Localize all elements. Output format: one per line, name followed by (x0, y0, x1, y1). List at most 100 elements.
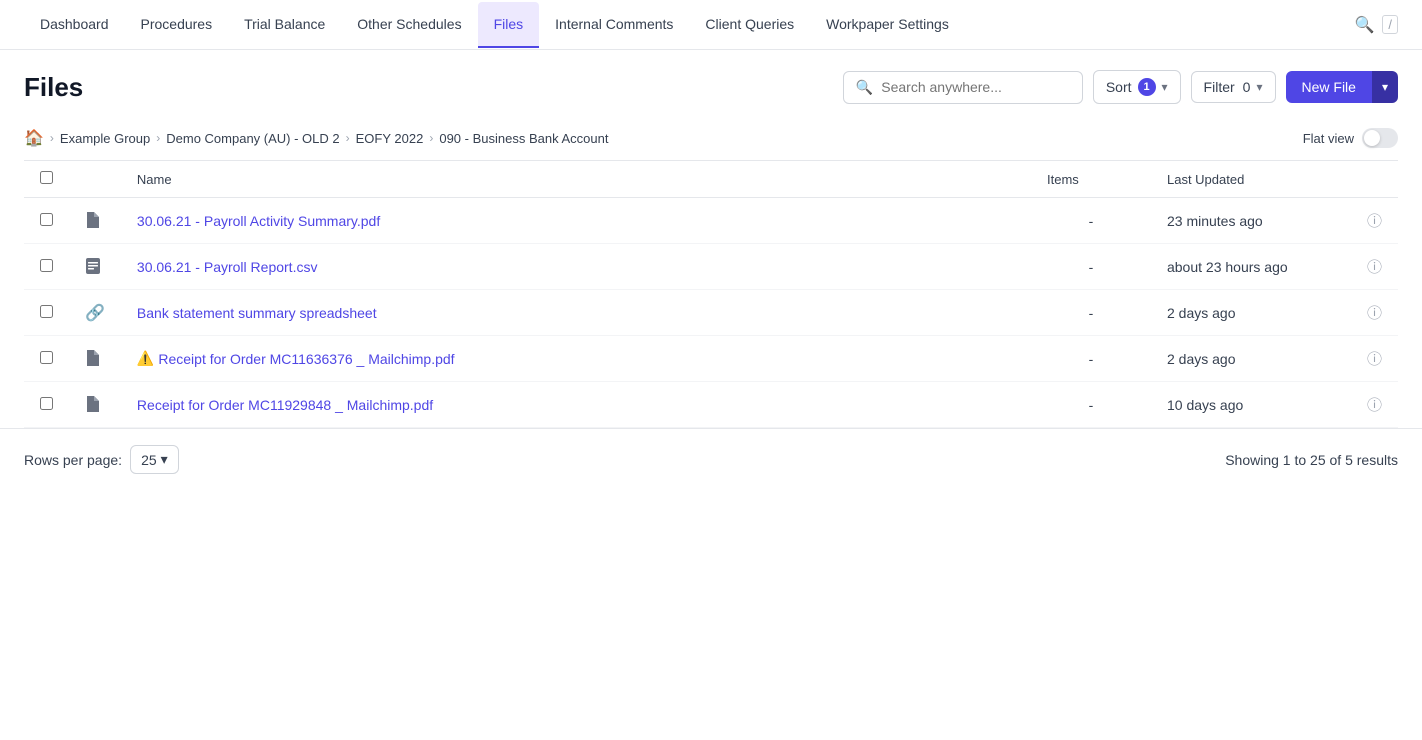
table-footer: Rows per page: 25 ▾ Showing 1 to 25 of 5… (0, 428, 1422, 490)
row-updated-cell-4: 10 days ago (1151, 382, 1351, 428)
table-row: 30.06.21 - Payroll Report.csv - about 23… (24, 244, 1398, 290)
files-table: Name Items Last Updated 30.06.21 - Payro… (24, 160, 1398, 428)
new-file-button[interactable]: New File (1286, 71, 1372, 103)
new-file-dropdown-icon: ▾ (1382, 80, 1388, 94)
row-action-cell-2: ⓘ (1351, 290, 1398, 336)
info-icon-2[interactable]: ⓘ (1367, 305, 1382, 322)
warning-icon-3: ⚠️ (137, 350, 154, 367)
nav-right: 🔍 / (1354, 15, 1398, 35)
filter-count: 0 (1243, 79, 1251, 95)
breadcrumb-sep-1: › (50, 131, 54, 145)
rows-per-page-select[interactable]: 25 ▾ (130, 445, 179, 474)
flat-view-toggle: Flat view (1303, 128, 1398, 148)
row-icon-cell-3 (69, 336, 121, 382)
row-updated-cell-1: about 23 hours ago (1151, 244, 1351, 290)
info-icon-3[interactable]: ⓘ (1367, 351, 1382, 368)
row-action-cell-1: ⓘ (1351, 244, 1398, 290)
file-type-icon-2: 🔗 (85, 305, 105, 322)
row-items-cell-4: - (1031, 382, 1151, 428)
info-icon-0[interactable]: ⓘ (1367, 213, 1382, 230)
breadcrumb-home-icon[interactable]: 🏠 (24, 128, 44, 148)
select-all-header (24, 161, 69, 198)
row-checkbox-cell-4 (24, 382, 69, 428)
nav-item-client-queries[interactable]: Client Queries (689, 2, 810, 48)
name-header: Name (121, 161, 1031, 198)
row-icon-cell-0 (69, 198, 121, 244)
row-updated-cell-3: 2 days ago (1151, 336, 1351, 382)
file-link-3[interactable]: Receipt for Order MC11636376 _ Mailchimp… (158, 351, 454, 367)
slash-shortcut: / (1382, 15, 1398, 34)
table-row: ⚠️ Receipt for Order MC11636376 _ Mailch… (24, 336, 1398, 382)
filter-chevron-icon: ▾ (1256, 80, 1262, 94)
filter-button[interactable]: Filter 0 ▾ (1191, 71, 1276, 103)
nav-item-other-schedules[interactable]: Other Schedules (341, 2, 477, 48)
row-checkbox-4[interactable] (40, 397, 53, 410)
row-checkbox-cell-1 (24, 244, 69, 290)
info-icon-1[interactable]: ⓘ (1367, 259, 1382, 276)
rows-per-page-label: Rows per page: (24, 452, 122, 468)
flat-view-label: Flat view (1303, 131, 1354, 146)
updated-header: Last Updated (1151, 161, 1351, 198)
row-icon-cell-2: 🔗 (69, 290, 121, 336)
rows-per-page-value: 25 (141, 452, 157, 468)
row-icon-cell-4 (69, 382, 121, 428)
breadcrumb-account[interactable]: 090 - Business Bank Account (439, 131, 608, 146)
row-checkbox-1[interactable] (40, 259, 53, 272)
row-items-cell-1: - (1031, 244, 1151, 290)
sort-button[interactable]: Sort 1 ▾ (1093, 70, 1181, 104)
nav-item-dashboard[interactable]: Dashboard (24, 2, 125, 48)
row-checkbox-cell-3 (24, 336, 69, 382)
row-checkbox-cell-2 (24, 290, 69, 336)
row-updated-cell-2: 2 days ago (1151, 290, 1351, 336)
row-items-cell-2: - (1031, 290, 1151, 336)
nav-item-procedures[interactable]: Procedures (125, 2, 229, 48)
breadcrumb-sep-3: › (346, 131, 350, 145)
file-type-icon-1 (85, 258, 101, 275)
row-name-cell-2: Bank statement summary spreadsheet (121, 290, 1031, 336)
file-type-icon-0 (85, 212, 99, 229)
items-header: Items (1031, 161, 1151, 198)
row-checkbox-cell-0 (24, 198, 69, 244)
row-items-cell-3: - (1031, 336, 1151, 382)
nav-item-files[interactable]: Files (478, 2, 540, 48)
nav-item-workpaper-settings[interactable]: Workpaper Settings (810, 2, 965, 48)
row-checkbox-0[interactable] (40, 213, 53, 226)
files-table-container: Name Items Last Updated 30.06.21 - Payro… (0, 160, 1422, 428)
page-title: Files (24, 72, 83, 103)
rows-per-page-control: Rows per page: 25 ▾ (24, 445, 179, 474)
breadcrumb-example-group[interactable]: Example Group (60, 131, 150, 146)
sort-label: Sort (1106, 79, 1132, 95)
row-name-cell-3: ⚠️ Receipt for Order MC11636376 _ Mailch… (121, 336, 1031, 382)
global-search-icon[interactable]: 🔍 (1354, 15, 1374, 35)
select-all-checkbox[interactable] (40, 171, 53, 184)
pagination-info: Showing 1 to 25 of 5 results (1225, 452, 1398, 468)
table-row: 🔗 Bank statement summary spreadsheet - 2… (24, 290, 1398, 336)
row-checkbox-3[interactable] (40, 351, 53, 364)
file-link-1[interactable]: 30.06.21 - Payroll Report.csv (137, 259, 318, 275)
row-checkbox-2[interactable] (40, 305, 53, 318)
flat-view-switch[interactable] (1362, 128, 1398, 148)
row-action-cell-4: ⓘ (1351, 382, 1398, 428)
row-icon-cell-1 (69, 244, 121, 290)
search-box[interactable]: 🔍 (843, 71, 1083, 104)
file-link-4[interactable]: Receipt for Order MC11929848 _ Mailchimp… (137, 397, 433, 413)
file-link-2[interactable]: Bank statement summary spreadsheet (137, 305, 377, 321)
new-file-dropdown-button[interactable]: ▾ (1372, 71, 1398, 103)
filter-label: Filter (1204, 79, 1235, 95)
file-link-0[interactable]: 30.06.21 - Payroll Activity Summary.pdf (137, 213, 380, 229)
info-icon-4[interactable]: ⓘ (1367, 397, 1382, 414)
breadcrumb: 🏠 › Example Group › Demo Company (AU) - … (0, 120, 1422, 160)
row-name-cell-4: Receipt for Order MC11929848 _ Mailchimp… (121, 382, 1031, 428)
nav-item-internal-comments[interactable]: Internal Comments (539, 2, 689, 48)
top-navigation: Dashboard Procedures Trial Balance Other… (0, 0, 1422, 50)
sort-chevron-icon: ▾ (1162, 80, 1168, 94)
nav-item-trial-balance[interactable]: Trial Balance (228, 2, 341, 48)
row-name-cell-1: 30.06.21 - Payroll Report.csv (121, 244, 1031, 290)
breadcrumb-eofy[interactable]: EOFY 2022 (356, 131, 424, 146)
breadcrumb-demo-company[interactable]: Demo Company (AU) - OLD 2 (166, 131, 339, 146)
row-action-cell-0: ⓘ (1351, 198, 1398, 244)
search-input[interactable] (881, 79, 1070, 95)
breadcrumb-sep-2: › (156, 131, 160, 145)
row-name-cell-0: 30.06.21 - Payroll Activity Summary.pdf (121, 198, 1031, 244)
search-icon: 🔍 (856, 79, 873, 96)
